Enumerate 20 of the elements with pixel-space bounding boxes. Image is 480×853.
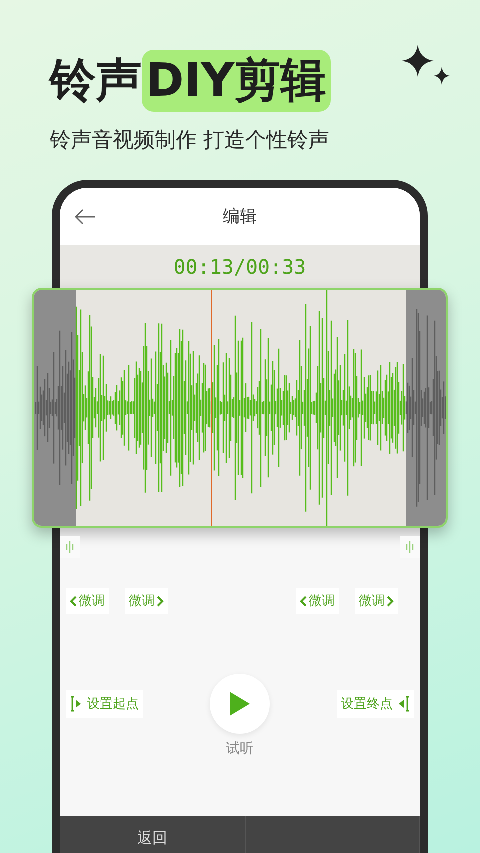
play-icon — [229, 691, 251, 717]
chevron-left-icon — [300, 596, 307, 606]
chevron-right-icon — [157, 596, 164, 606]
set-end-button[interactable]: 设置终点 — [337, 690, 414, 718]
chevron-right-icon — [387, 596, 394, 606]
set-start-button[interactable]: 设置起点 — [66, 690, 143, 718]
headline-highlight: DIY剪辑 — [142, 50, 331, 112]
listen-label: 试听 — [226, 740, 254, 758]
start-marker-icon — [70, 696, 82, 712]
fine-tune-button[interactable]: 微调 — [355, 588, 398, 614]
fine-tune-button[interactable]: 微调 — [125, 588, 168, 614]
subtitle: 铃声音视频制作 打造个性铃声 — [50, 127, 331, 154]
chevron-left-icon — [70, 596, 77, 606]
headline: 铃声 — [50, 52, 142, 109]
time-display: 00:13/00:33 — [174, 254, 306, 278]
end-marker-icon — [398, 696, 410, 712]
back-arrow-icon[interactable] — [74, 208, 96, 224]
fine-tune-button[interactable]: 微调 — [66, 588, 109, 614]
fine-tune-button[interactable]: 微调 — [296, 588, 339, 614]
screen-title: 编辑 — [223, 206, 257, 228]
